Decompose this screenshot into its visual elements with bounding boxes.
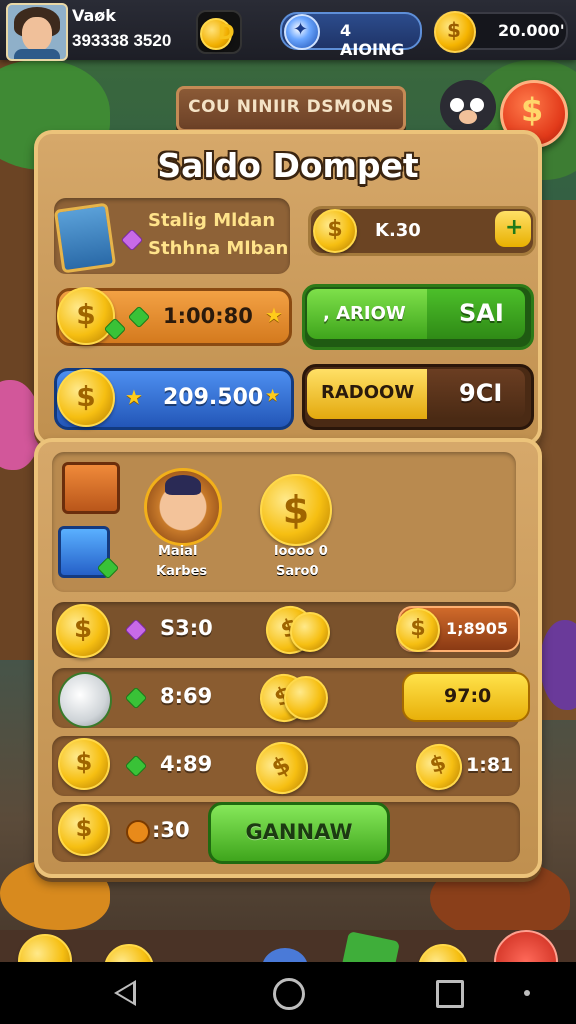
purple-gem-icon xyxy=(120,228,144,252)
dollar-coin-icon: $ xyxy=(58,738,110,790)
badge2-line-2: Saro0 xyxy=(276,564,319,579)
green-gem-icon xyxy=(124,686,148,710)
player-name: Vaøk xyxy=(72,6,116,25)
book-icon xyxy=(53,202,117,274)
plus-icon: + xyxy=(505,215,524,240)
gem-resource[interactable]: ✦ 4 AIOING xyxy=(280,12,422,59)
dollar-coin-icon: $ xyxy=(246,732,318,804)
reward-row-2-right: 97:0 xyxy=(444,685,492,707)
dollar-coin-icon xyxy=(290,612,330,652)
item-line-1: Stalig Mldan xyxy=(148,210,276,231)
dollar-coin-icon: $ xyxy=(409,737,469,797)
green-button-left-label: , ARIOW xyxy=(323,303,406,324)
item-card[interactable]: Stalig Mldan Sthhna Mlban xyxy=(53,198,290,274)
reward-row-2-pill[interactable]: 97:0 xyxy=(402,672,530,722)
rewards-top-area: Maial Karbes $ loooo 0 Saro0 xyxy=(52,452,516,592)
reward-row-3-left: 4:89 xyxy=(160,752,213,776)
coin-balance-field[interactable]: $ K.30 + xyxy=(308,206,536,256)
reward-row-2-left: 8:69 xyxy=(160,684,213,708)
reward-row-2: 8:69 $ 97:0 xyxy=(52,666,530,730)
orange-value-bar: $ 1:00:80 ★ xyxy=(56,287,292,346)
blue-bar-value: 209.500 xyxy=(163,385,264,410)
item-line-2: Sthhna Mlban xyxy=(148,238,289,259)
reward-row-4: $ :30 GANNAW xyxy=(52,802,520,864)
reward-row-1-left: S3:0 xyxy=(160,616,213,640)
yellow-button-right-label: 9CI xyxy=(459,379,503,407)
green-gem-icon xyxy=(127,305,151,329)
player-score: 393338 3520 xyxy=(72,31,172,50)
green-button-right-label: SAI xyxy=(459,299,504,327)
android-nav-bar xyxy=(0,962,576,1024)
badge1-line-1: Maial xyxy=(158,544,198,559)
player-avatar[interactable] xyxy=(6,3,68,61)
wallet-panel: Saldo Dompet Stalig Mldan Sthhna Mlban $… xyxy=(34,130,542,446)
claim-button[interactable]: GANNAW xyxy=(208,802,390,864)
star-icon: ★ xyxy=(125,385,143,409)
reward-row-4-left: :30 xyxy=(152,818,190,842)
badge1-line-2: Karbes xyxy=(156,564,208,579)
event-banner-text: COU NINIIR DSMONS xyxy=(188,97,394,117)
mascot-beak xyxy=(459,110,477,124)
dollar-coin-icon: $ xyxy=(58,804,110,856)
star-icon: ★ xyxy=(265,303,283,327)
reward-row-3-right: 1:81 xyxy=(466,754,514,776)
reward-row-1: $ S3:0 $ $ 1;8905 xyxy=(52,599,520,661)
character-hair xyxy=(165,475,201,495)
dollar-coin-icon: $ xyxy=(396,608,440,652)
character-badge[interactable] xyxy=(144,468,222,546)
coin-resource-value: 20.000' xyxy=(498,21,565,40)
blue-orb-icon: ✦ xyxy=(284,14,320,50)
green-gem-icon xyxy=(124,754,148,778)
recent-apps-icon[interactable] xyxy=(436,980,464,1008)
top-status-bar: Vaøk 393338 3520 D ✦ 4 AIOING $ 20.000' xyxy=(0,0,576,61)
currency-d-pill[interactable]: D xyxy=(196,10,242,54)
claim-button-label: GANNAW xyxy=(245,820,353,844)
star-icon: ★ xyxy=(265,386,281,406)
rewards-panel: Maial Karbes $ loooo 0 Saro0 $ S3:0 $ $ … xyxy=(34,438,542,878)
big-dollar-coin-icon[interactable]: $ xyxy=(260,474,332,546)
avatar-face xyxy=(22,17,52,51)
green-action-button[interactable]: , ARIOW SAI xyxy=(302,284,534,350)
add-coins-button[interactable]: + xyxy=(495,211,531,247)
yellow-button-left-label: RADOOW xyxy=(321,382,415,403)
dollar-coin-icon: $ xyxy=(313,209,357,253)
dollar-icon: $ xyxy=(521,91,544,129)
reward-row-3: $ 4:89 $ $ 1:81 xyxy=(52,732,520,804)
currency-d-label: D xyxy=(218,20,235,44)
blue-value-bar: $ ★ 209.500 ★ xyxy=(54,368,294,430)
coin-resource[interactable]: $ 20.000' xyxy=(434,11,568,53)
back-icon[interactable] xyxy=(114,980,136,1006)
dollar-coin-icon xyxy=(284,676,328,720)
dollar-coin-icon: $ xyxy=(57,287,115,345)
reward-row-1-pill[interactable]: $ 1;8905 xyxy=(396,606,520,652)
dollar-coin-icon: $ xyxy=(56,604,110,658)
mascot-eye xyxy=(450,98,464,112)
home-icon[interactable] xyxy=(273,978,305,1010)
avatar-shirt xyxy=(14,49,60,59)
orange-gem-icon xyxy=(126,820,150,844)
chest-icon[interactable] xyxy=(62,462,120,514)
wallet-title: Saldo Dompet xyxy=(157,146,419,185)
purple-gem-icon xyxy=(124,618,148,642)
orange-bar-value: 1:00:80 xyxy=(163,304,253,328)
gem-resource-value: 4 AIOING xyxy=(340,21,405,59)
coin-balance-value: K.30 xyxy=(375,220,421,241)
yellow-action-button[interactable]: RADOOW 9CI xyxy=(302,364,534,430)
dollar-coin-icon: $ xyxy=(57,369,115,427)
ghost-icon xyxy=(58,672,112,728)
reward-row-1-right: 1;8905 xyxy=(446,619,509,638)
owl-mascot-icon xyxy=(440,80,496,134)
dollar-coin-icon: $ xyxy=(434,11,476,53)
badge2-line-1: loooo 0 xyxy=(274,544,328,559)
bottom-dock xyxy=(0,930,576,994)
event-banner[interactable]: COU NINIIR DSMONS xyxy=(176,86,406,132)
dot-icon xyxy=(524,990,530,996)
